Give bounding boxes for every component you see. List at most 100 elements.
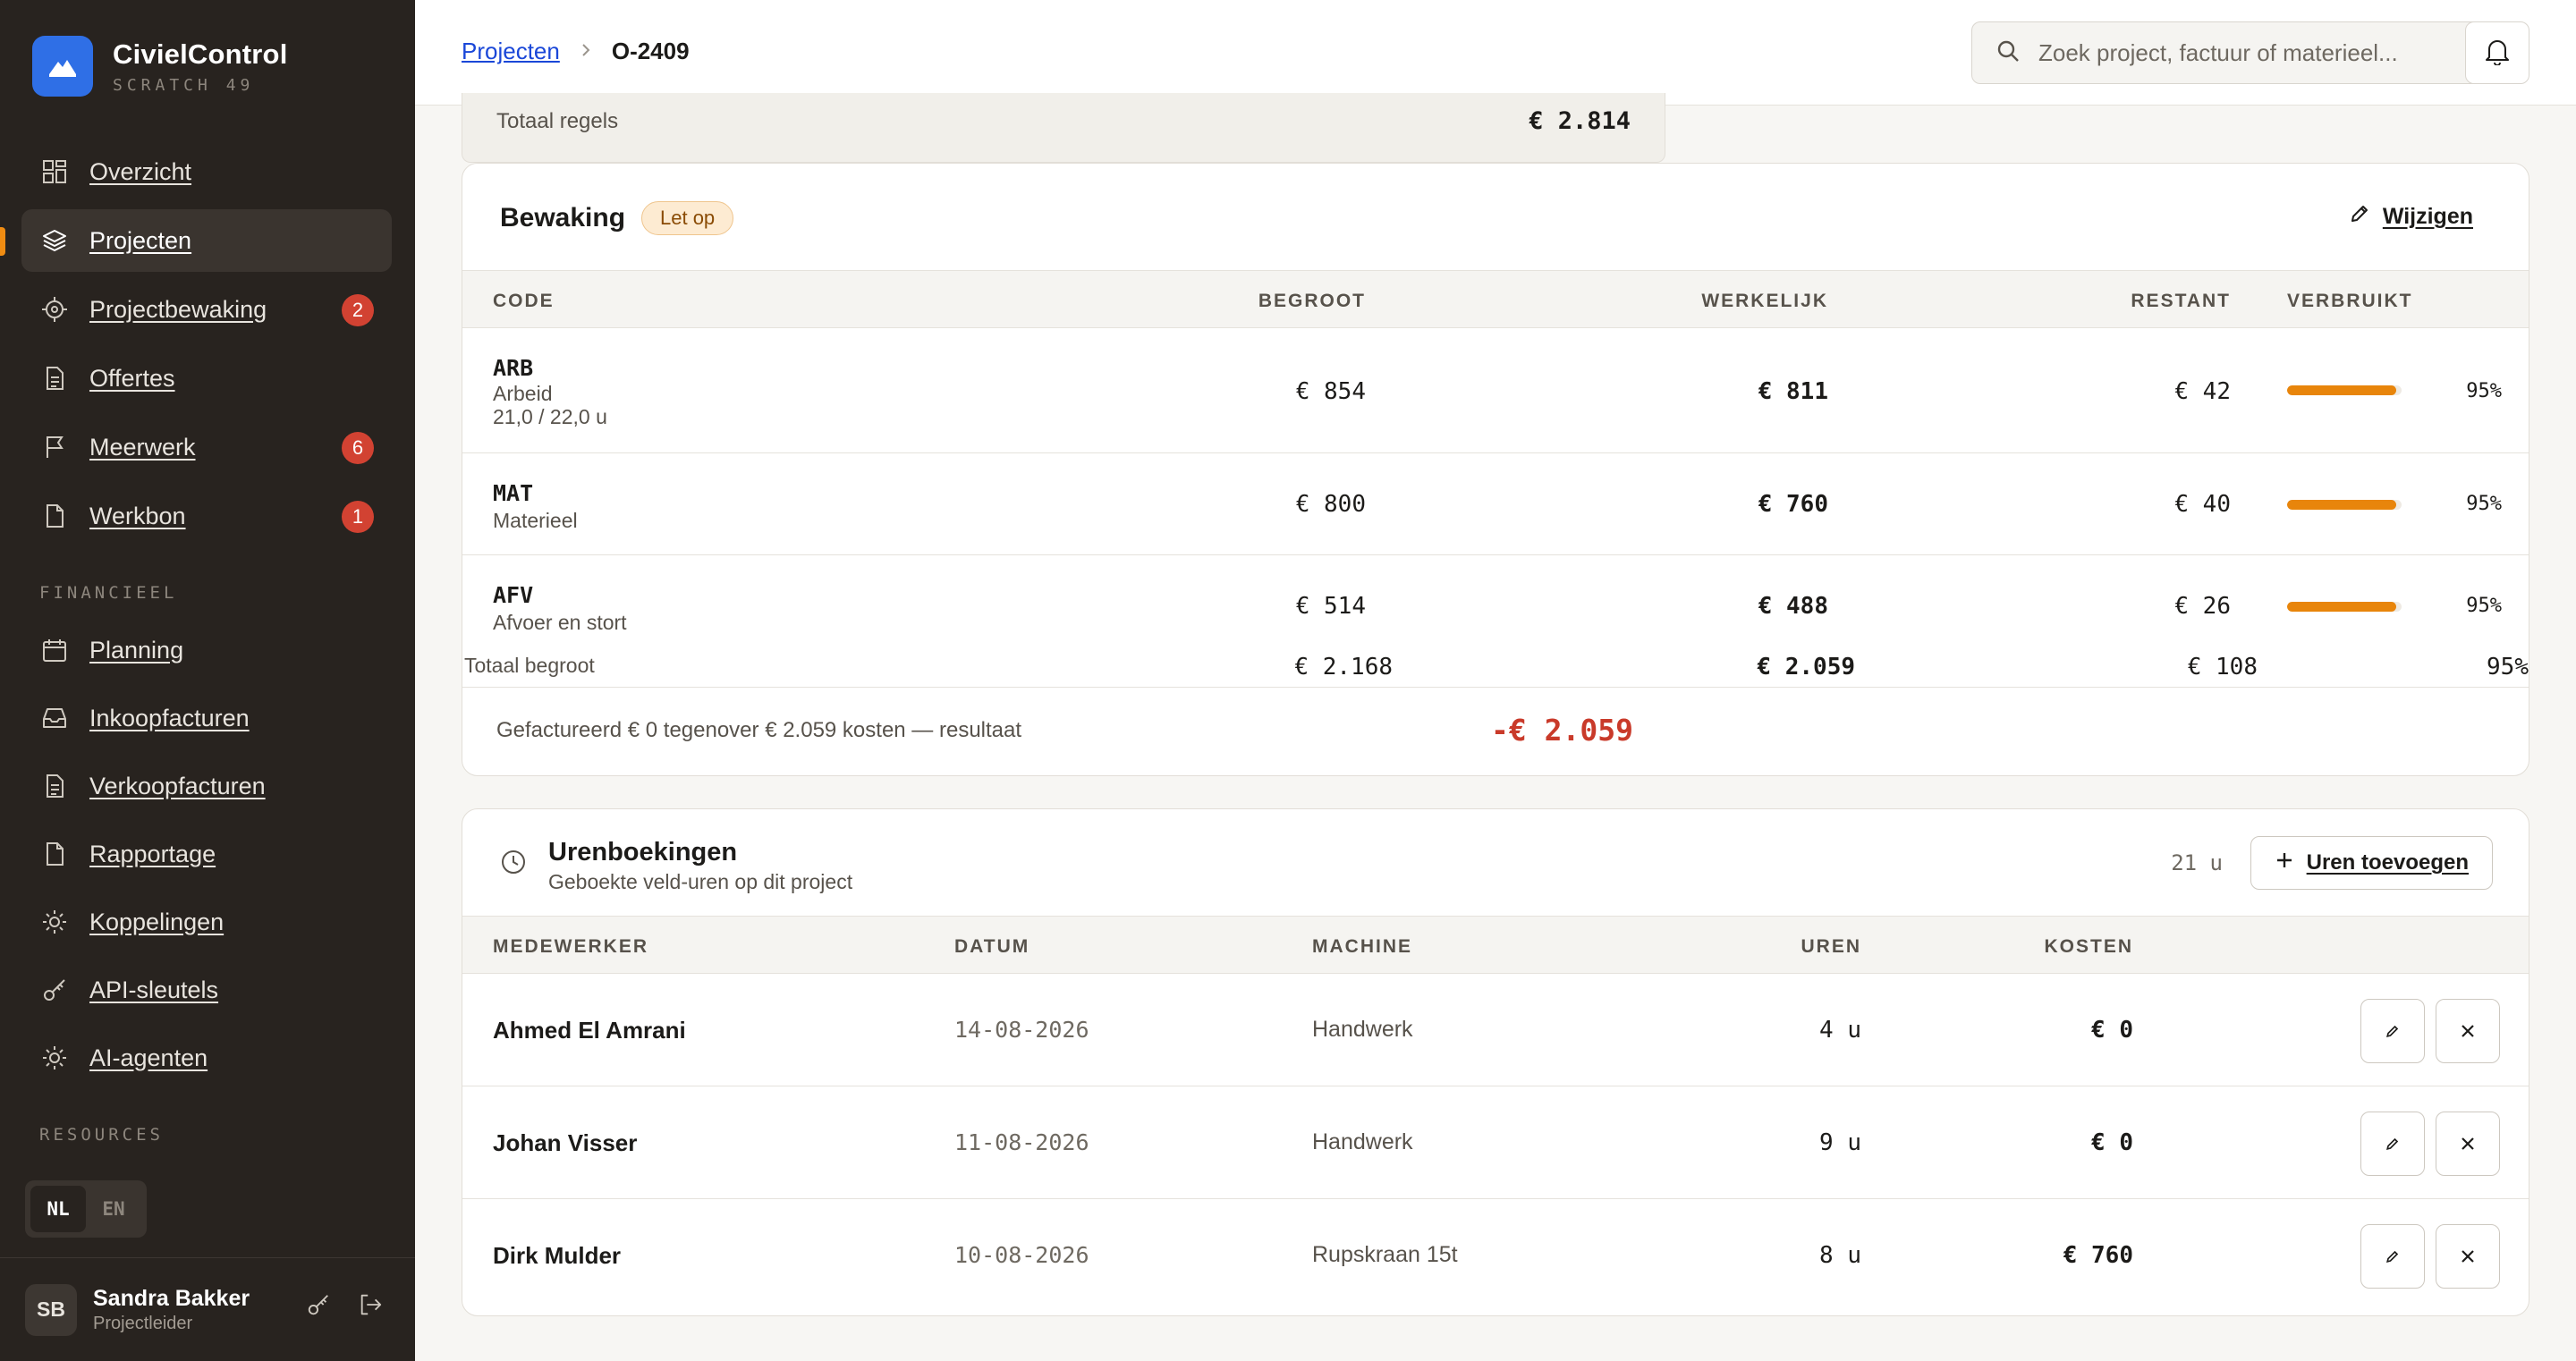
document-icon [39,363,70,393]
nav-label: Meerwerk [89,433,196,461]
nav-item-inkoopfacturen[interactable]: Inkoopfacturen [21,687,392,749]
row-detail: 21,0 / 22,0 u [493,405,607,428]
breadcrumb-current: O-2409 [611,38,690,64]
key-icon[interactable] [306,1292,331,1322]
uren-subtitle: Geboekte veld-uren op dit project [548,870,853,893]
urenboekingen-card: Urenboekingen Geboekte veld-uren op dit … [462,808,2529,1316]
delete-row-button[interactable] [2436,999,2500,1063]
active-indicator [0,227,5,256]
nav-badge: 2 [342,294,374,326]
file-icon [39,501,70,531]
nav-item-werkbon[interactable]: Werkbon 1 [21,485,392,547]
row-restant: € 26 [2174,593,2231,620]
table-row[interactable]: Johan Visser 11-08-2026 Handwerk 9 u € 0 [462,1086,2529,1199]
edit-row-button[interactable] [2360,1112,2425,1176]
nav-item-projecten[interactable]: Projecten [0,209,392,272]
layers-icon [39,225,70,256]
nav-item-rapportage[interactable]: Rapportage [21,823,392,885]
edit-row-button[interactable] [2360,999,2425,1063]
nav-label: Verkoopfacturen [89,772,266,799]
row-uren: 9 u [1819,1129,1861,1156]
lines-total-value: € 2.814 [1529,107,1631,135]
brand-subtitle: SCRATCH 49 [113,75,255,95]
target-icon [39,294,70,325]
brand[interactable]: CivielControl SCRATCH 49 [32,36,288,97]
brand-title: CivielControl [113,38,288,70]
row-begroot: € 514 [1295,593,1366,620]
avatar[interactable]: SB [25,1283,77,1336]
breadcrumb: Projecten O-2409 [462,38,690,65]
user-role: Projectleider [93,1313,193,1333]
grid-icon [39,156,70,187]
nav-label: Overzicht [89,157,192,185]
row-code: ARB [493,355,534,381]
nav-item-meerwerk[interactable]: Meerwerk 6 [21,416,392,478]
col-datum: DATUM [954,936,1030,957]
row-datum: 10-08-2026 [954,1242,1089,1268]
row-werkelijk: € 760 [1758,491,1828,518]
total-row: Totaal begroot € 2.168 € 2.059 € 108 95% [462,645,2529,688]
bell-icon [2484,37,2511,70]
search-input[interactable] [2038,38,2450,67]
nav-item-koppelingen[interactable]: Koppelingen [21,891,392,953]
bewaking-title: Bewaking [500,203,626,232]
usage-bar [2287,602,2402,612]
col-uren: UREN [1801,936,1861,957]
clock-icon [500,849,527,880]
table-row[interactable]: Dirk Mulder 10-08-2026 Rupskraan 15t 8 u… [462,1199,2529,1312]
nav-item-ai-agenten[interactable]: AI-agenten [21,1027,392,1089]
row-werkelijk: € 811 [1758,378,1828,405]
row-name: Arbeid [493,382,553,405]
table-row[interactable]: ARB Arbeid 21,0 / 22,0 u € 854 € 811 € 4… [462,328,2529,453]
invoice-icon [39,771,70,801]
plus-icon [2275,850,2294,876]
nav-item-api-sleutels[interactable]: API-sleutels [21,959,392,1021]
bewaking-table-header: CODE BEGROOT WERKELIJK RESTANT VERBRUIKT [462,271,2529,328]
row-code: MAT [493,480,534,506]
col-verbruikt: VERBRUIKT [2287,291,2413,311]
row-medewerker: Ahmed El Amrani [493,1017,686,1044]
breadcrumb-link-projecten[interactable]: Projecten [462,38,560,65]
row-datum: 14-08-2026 [954,1017,1089,1043]
row-restant: € 40 [2174,491,2231,518]
uren-header: Urenboekingen Geboekte veld-uren op dit … [462,809,2529,917]
add-hours-button[interactable]: Uren toevoegen [2250,836,2493,890]
row-pct: 95% [2466,493,2502,515]
table-row[interactable]: MAT Materieel € 800 € 760 € 40 95% [462,453,2529,555]
nav-label: Rapportage [89,840,216,867]
finance-nav: Planning Inkoopfacturen Verkoopfacturen … [21,619,392,1089]
notifications-button[interactable] [2465,21,2529,84]
topbar: Projecten O-2409 [415,0,2576,106]
edit-button[interactable]: Wijzigen [2349,203,2473,231]
nav-label: Werkbon [89,502,186,529]
sun-icon [39,907,70,937]
edit-row-button[interactable] [2360,1224,2425,1289]
flag-icon [39,432,70,462]
nav-item-verkoopfacturen[interactable]: Verkoopfacturen [21,755,392,817]
nav-item-projectbewaking[interactable]: Projectbewaking 2 [21,278,392,341]
row-pct: 95% [2466,595,2502,617]
col-restant: RESTANT [2131,291,2231,311]
row-werkelijk: € 488 [1758,593,1828,620]
delete-row-button[interactable] [2436,1224,2500,1289]
row-kosten: € 0 [2091,1129,2133,1156]
lang-nl-button[interactable]: NL [30,1186,86,1232]
inbox-icon [39,703,70,733]
invoice-vs-cost-text: Gefactureerd € 0 tegenover € 2.059 koste… [496,718,1022,742]
nav-item-overzicht[interactable]: Overzicht [21,140,392,203]
table-row[interactable]: Ahmed El Amrani 14-08-2026 Handwerk 4 u … [462,974,2529,1086]
nav-label: Koppelingen [89,908,225,935]
col-medewerker: MEDEWERKER [493,936,649,957]
row-kosten: € 0 [2091,1017,2133,1044]
lang-en-button[interactable]: EN [86,1186,141,1232]
total-pct: 95% [2487,654,2529,680]
col-machine: MACHINE [1312,936,1412,957]
delete-row-button[interactable] [2436,1112,2500,1176]
nav-label: Inkoopfacturen [89,704,250,731]
table-row[interactable]: AFV Afvoer en stort € 514 € 488 € 26 95% [462,555,2529,645]
nav-item-planning[interactable]: Planning [21,619,392,681]
logout-icon[interactable] [358,1292,383,1322]
user-name: Sandra Bakker [93,1285,250,1311]
row-datum: 11-08-2026 [954,1129,1089,1155]
nav-item-offertes[interactable]: Offertes [21,347,392,410]
